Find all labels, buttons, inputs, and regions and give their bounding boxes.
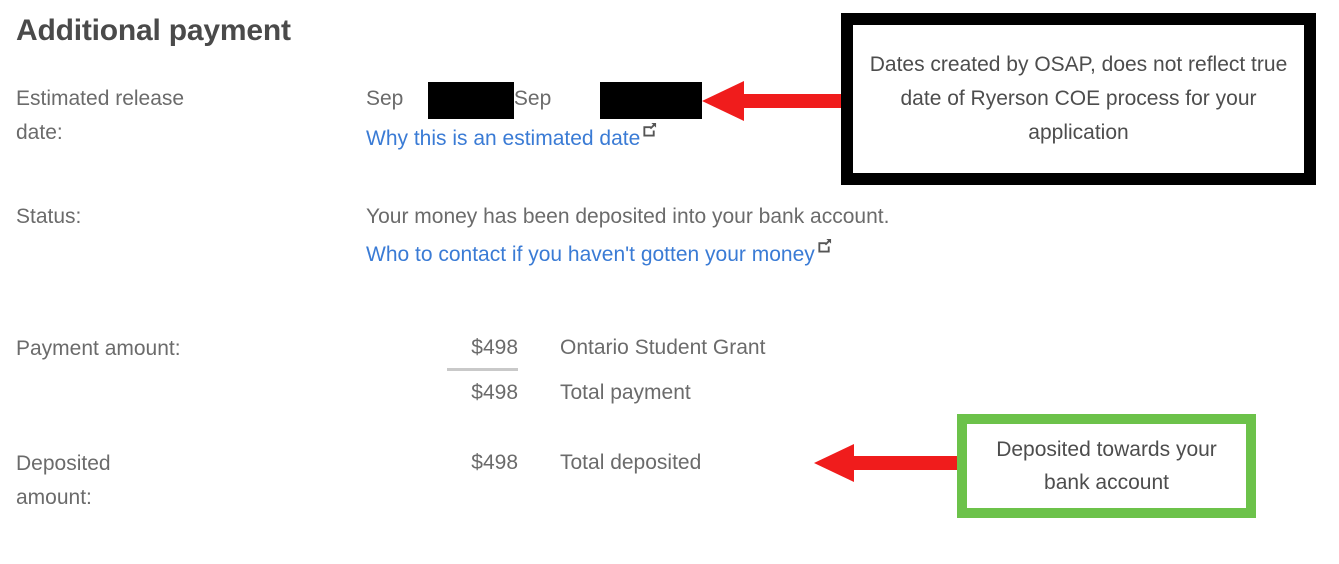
amount-description: Total payment	[560, 381, 691, 404]
link-why-estimated-date[interactable]: Why this is an estimated date	[366, 127, 640, 150]
amount-value: $498	[471, 451, 518, 474]
annotation-text-deposit: Deposited towards your bank account	[996, 438, 1217, 494]
annotation-arrow-deposit	[812, 442, 962, 484]
amount-value: $498	[471, 381, 518, 404]
page-title: Additional payment	[16, 14, 291, 47]
payment-summary-page: Additional payment Estimated release dat…	[0, 0, 1339, 564]
redaction-bar-start-date	[428, 82, 514, 119]
annotation-box-dates: Dates created by OSAP, does not reflect …	[841, 13, 1316, 185]
release-date-start-month: Sep	[366, 87, 404, 110]
field-label-status: Status:	[16, 205, 82, 228]
amount-description: Ontario Student Grant	[560, 336, 766, 359]
field-label-deposited-amount: Deposited	[16, 452, 111, 475]
field-label-estimated-release-date: Estimated release date:	[16, 82, 346, 150]
redaction-bar-end-date	[600, 82, 702, 119]
field-value-status: Your money has been deposited into your …	[366, 205, 890, 228]
field-label-deposited-amount-line2: amount:	[16, 486, 92, 509]
external-link-icon[interactable]	[817, 238, 832, 253]
subtotal-rule	[447, 368, 518, 371]
annotation-box-deposit: Deposited towards your bank account	[957, 414, 1256, 518]
field-label-line1: Estimated release	[16, 87, 185, 110]
link-who-to-contact[interactable]: Who to contact if you haven't gotten you…	[366, 243, 815, 266]
estimated-date-link-row: Why this is an estimated date	[366, 122, 657, 158]
annotation-text-dates: Dates created by OSAP, does not reflect …	[869, 53, 1288, 144]
contact-link-row: Who to contact if you haven't gotten you…	[366, 238, 832, 274]
annotation-arrow-dates	[700, 80, 845, 122]
amount-value: $498	[471, 336, 518, 359]
field-label-payment-amount: Payment amount:	[16, 337, 181, 360]
amount-description: Total deposited	[560, 451, 702, 474]
release-date-end-month: Sep	[513, 87, 552, 110]
external-link-icon[interactable]	[642, 122, 657, 137]
field-label-line2: date:	[16, 121, 63, 144]
